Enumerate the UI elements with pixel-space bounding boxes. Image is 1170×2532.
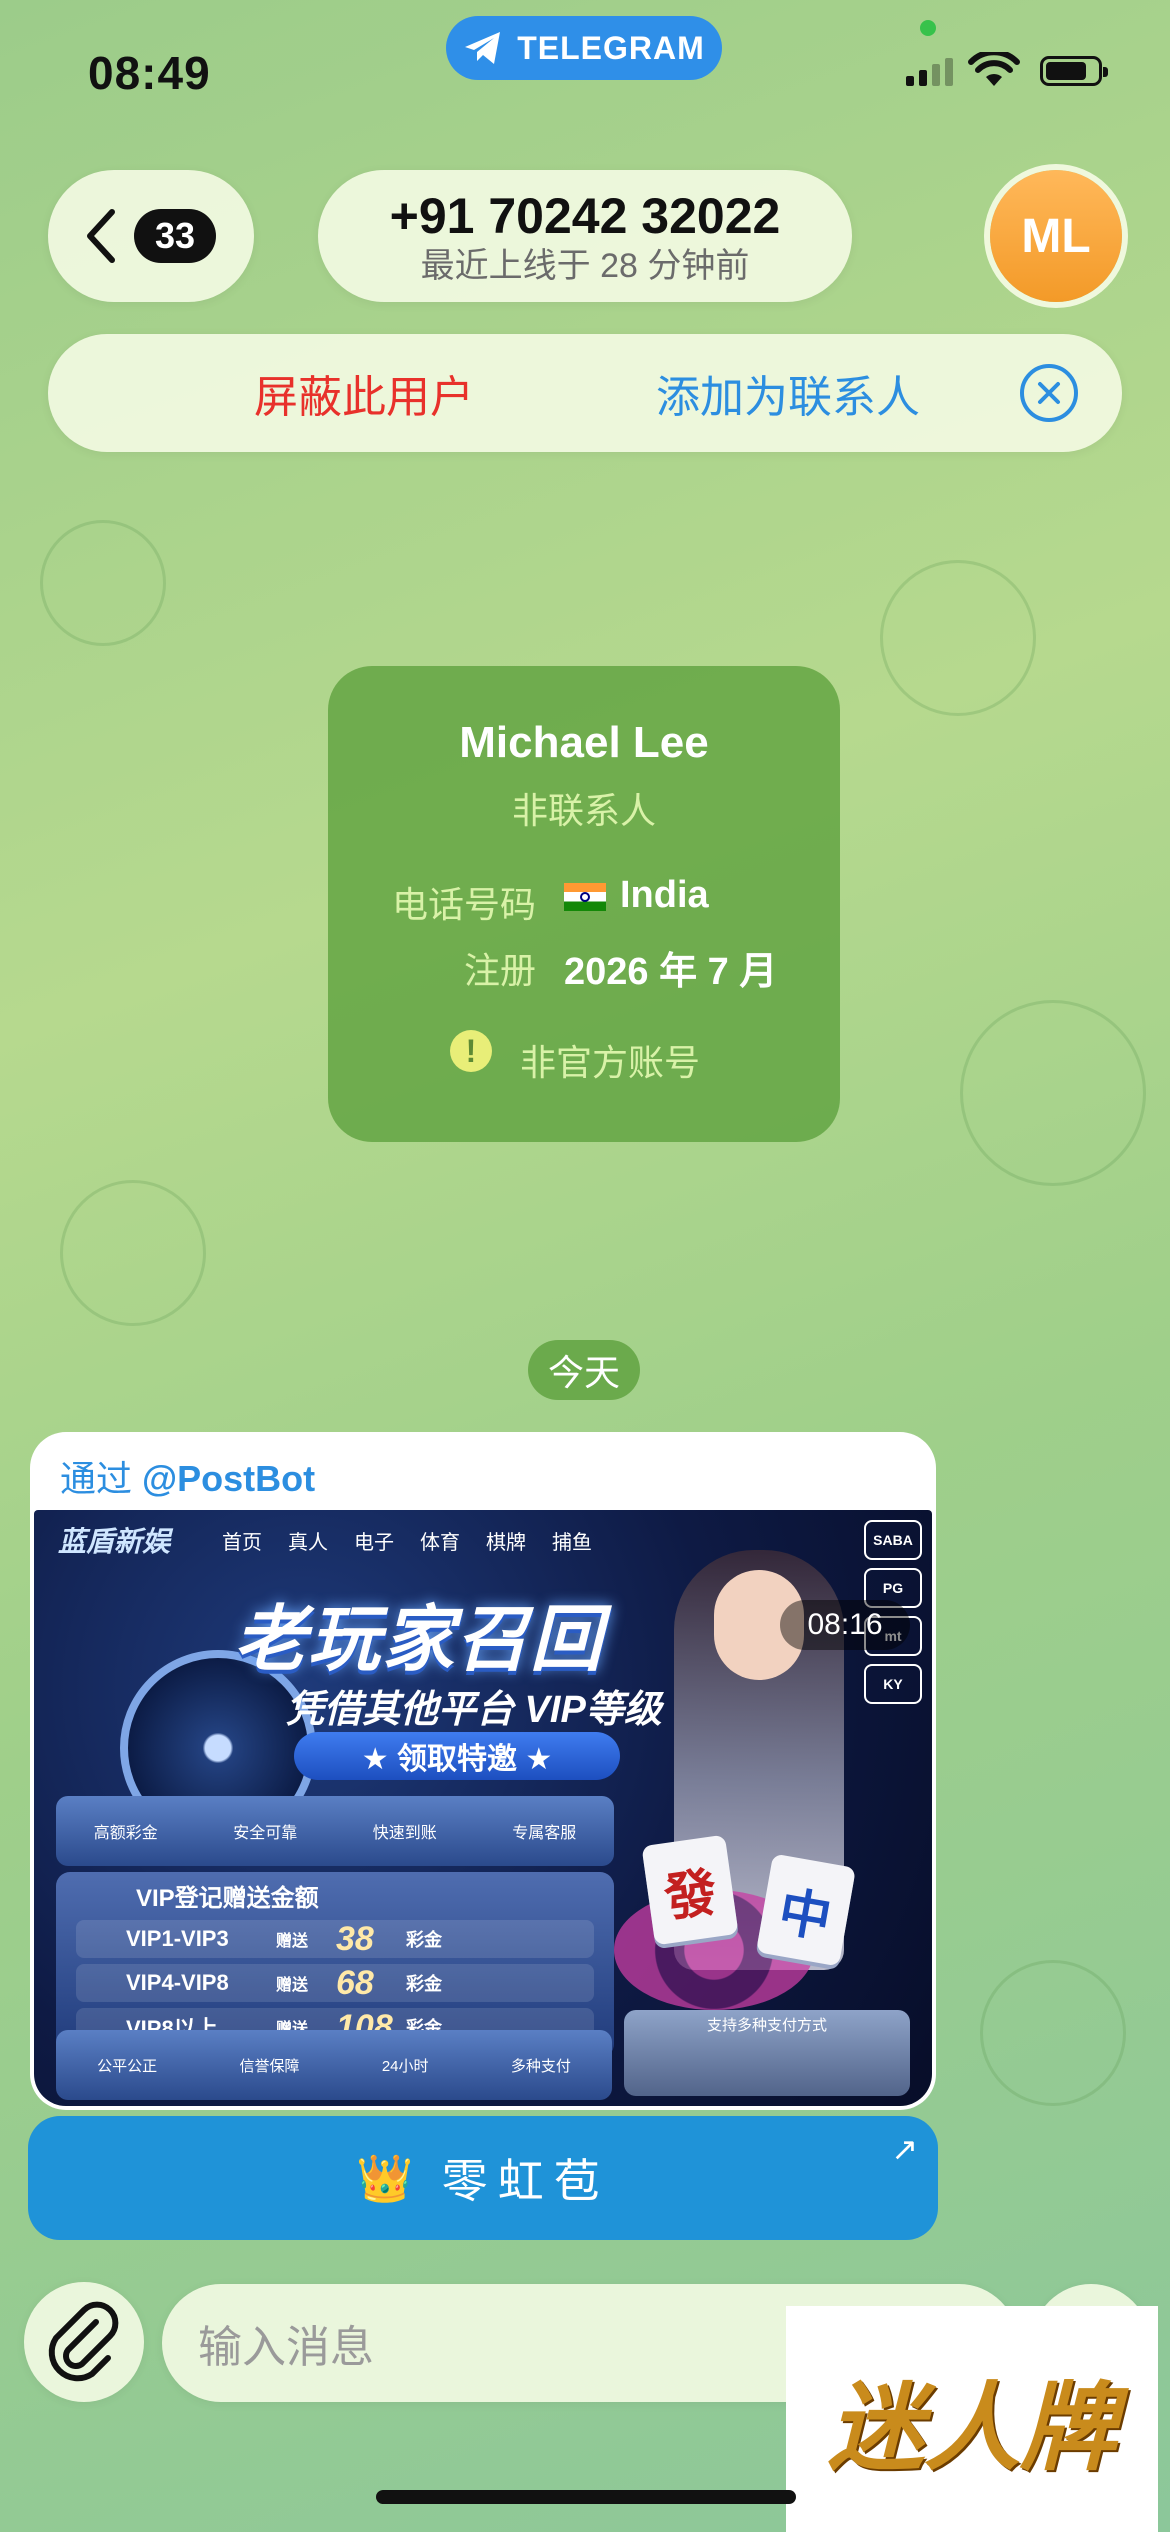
india-flag-icon	[564, 882, 606, 911]
battery-icon	[1040, 56, 1108, 86]
wallpaper-doodle	[40, 520, 166, 646]
registered-label: 注册	[463, 950, 536, 991]
ad-feature: 专属客服	[512, 1825, 577, 1842]
last-seen-status: 最近上线于 28 分钟前	[420, 247, 750, 285]
wifi-icon	[968, 52, 1020, 86]
vip-unit: 彩金	[406, 1974, 442, 1994]
vip-table-title: VIP登记赠送金额	[136, 1885, 319, 1912]
vip-level: VIP4-VIP8	[126, 1970, 229, 1995]
privacy-indicator-dot	[920, 20, 936, 36]
telegram-pill-label: TELEGRAM	[517, 29, 705, 66]
ad-nav-item: 电子	[354, 1531, 395, 1554]
vip-amount: 38	[336, 1919, 374, 1958]
contact-action-bar: 屏蔽此用户 添加为联系人	[48, 334, 1122, 452]
attach-button[interactable]	[24, 2282, 144, 2402]
vip-unit: 彩金	[406, 1930, 442, 1950]
unread-count-badge: 33	[134, 209, 216, 263]
brand-logo: SABA	[864, 1520, 922, 1560]
ad-trust-item: 公平公正	[97, 2057, 158, 2075]
brand-logo: KY	[864, 1664, 922, 1704]
ad-nav-item: 首页	[222, 1531, 263, 1554]
message-input-placeholder: 输入消息	[198, 2323, 374, 2372]
via-bot-label[interactable]: 通过 @PostBot	[60, 1450, 315, 1502]
ad-feature: 快速到账	[372, 1825, 437, 1842]
contact-status: 非联系人	[511, 790, 656, 831]
crown-icon: 👑	[356, 2151, 424, 2204]
vip-row: VIP4-VIP8 赠送 68 彩金	[76, 1964, 594, 2002]
external-link-icon: ↗	[891, 2131, 918, 2167]
block-user-button[interactable]: 屏蔽此用户	[254, 361, 474, 425]
home-indicator	[376, 2490, 796, 2504]
ad-feature: 高额彩金	[93, 1825, 158, 1842]
ad-feature-bar: 高额彩金 安全可靠 快速到账 专属客服	[56, 1796, 614, 1866]
ad-logo: 蓝盾新娱	[58, 1526, 171, 1557]
ad-banner-image[interactable]: 蓝盾新娱 首页 真人 电子 体育 棋牌 捕鱼 老玩家召回 凭借其他平台 VIP等…	[34, 1510, 932, 2106]
ad-trust-item: 24小时	[381, 2057, 429, 2075]
chat-title[interactable]: +91 70242 32022 最近上线于 28 分钟前	[318, 170, 852, 302]
chat-title-phone: +91 70242 32022	[389, 188, 781, 244]
ad-nav-item: 真人	[288, 1531, 329, 1554]
vip-row: VIP1-VIP3 赠送 38 彩金	[76, 1920, 594, 1958]
via-bot-name[interactable]: @PostBot	[142, 1458, 315, 1499]
message-bubble[interactable]: 通过 @PostBot 蓝盾新娱 首页 真人 电子 体育 棋牌 捕鱼 老玩家召回…	[30, 1432, 936, 2110]
chevron-left-icon	[87, 209, 115, 263]
phone-country: India	[564, 874, 709, 917]
ad-feature: 安全可靠	[233, 1825, 298, 1842]
ad-headline: 老玩家召回	[234, 1600, 605, 1680]
add-contact-button[interactable]: 添加为联系人	[656, 361, 920, 425]
ad-trust-bar: 公平公正 信誉保障 24小时 多种支付	[56, 2030, 612, 2100]
ad-nav-item: 棋牌	[486, 1531, 527, 1554]
telegram-plane-icon	[465, 32, 501, 64]
warning-icon: !	[450, 1030, 492, 1072]
registered-value: 2026 年 7 月	[564, 951, 778, 993]
avatar[interactable]: ML	[990, 170, 1122, 302]
close-icon[interactable]	[1020, 364, 1078, 422]
back-button[interactable]: 33	[48, 170, 254, 302]
wallpaper-doodle	[980, 1960, 1126, 2106]
inline-url-button[interactable]: 👑 零虹苞 ↗	[28, 2116, 938, 2240]
telegram-return-pill[interactable]: TELEGRAM	[446, 16, 722, 80]
message-time: 08:16	[780, 1600, 910, 1650]
via-prefix: 通过	[60, 1458, 133, 1499]
vip-level: VIP1-VIP3	[126, 1926, 229, 1951]
wallpaper-doodle	[60, 1180, 206, 1326]
ad-nav-item: 捕鱼	[552, 1531, 593, 1554]
vip-amount: 68	[336, 1963, 374, 2002]
vip-give: 赠送	[276, 1933, 309, 1950]
wallpaper-doodle	[880, 560, 1036, 716]
cellular-signal-icon	[906, 58, 953, 86]
phone-country-value: India	[620, 874, 709, 916]
ad-payment-box: 支持多种支付方式	[624, 2010, 910, 2096]
ad-trust-item: 多种支付	[510, 2057, 571, 2075]
ad-subheadline: 凭借其他平台 VIP等级	[286, 1689, 662, 1731]
date-separator: 今天	[528, 1340, 640, 1400]
paperclip-icon	[48, 2301, 119, 2382]
phone-label: 电话号码	[391, 884, 536, 925]
inline-button-label: 零虹苞	[441, 2155, 610, 2207]
mahjong-tile: 發	[641, 1834, 739, 1946]
vip-give: 赠送	[276, 1977, 309, 1994]
wallpaper-doodle	[960, 1000, 1146, 1186]
ad-cta: ★ 领取特邀 ★	[294, 1732, 620, 1780]
mahjong-tile: 中	[755, 1853, 857, 1967]
user-name: Michael Lee	[459, 718, 709, 767]
ad-trust-item: 信誉保障	[239, 2057, 300, 2075]
unofficial-account-note: 非官方账号	[520, 1042, 701, 1083]
status-time: 08:49	[88, 47, 211, 99]
ad-nav-item: 体育	[420, 1531, 461, 1554]
watermark-logo: 迷人牌	[786, 2306, 1158, 2532]
